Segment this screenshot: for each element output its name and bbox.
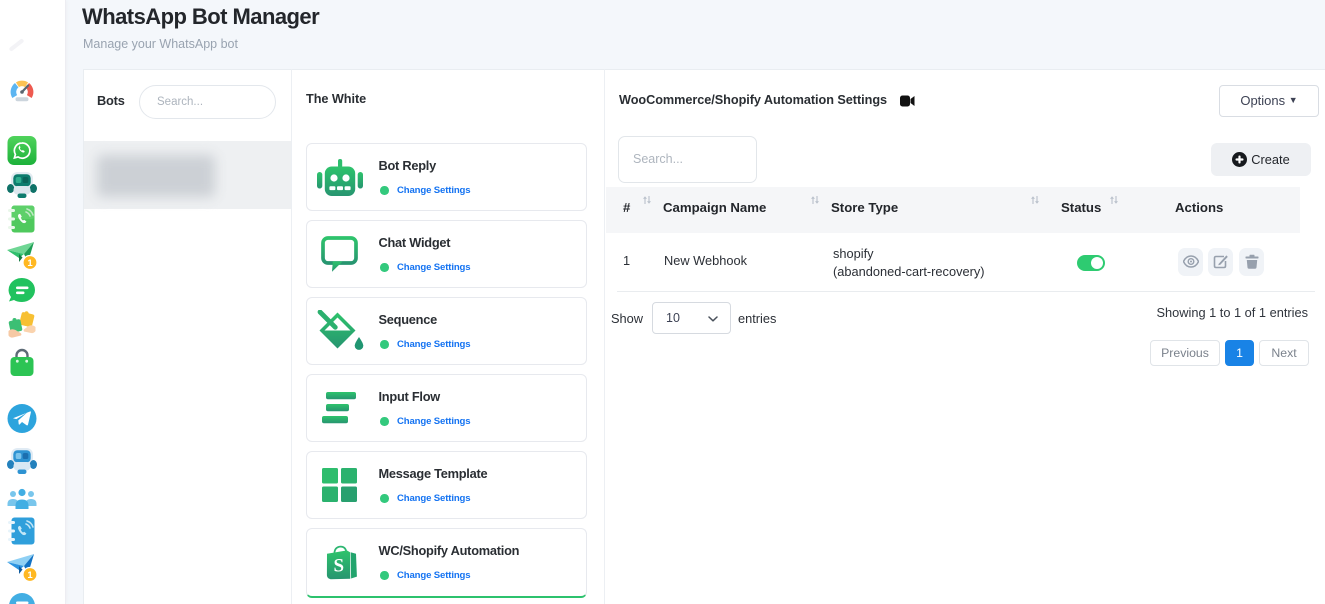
- svg-text:S: S: [334, 556, 345, 577]
- svg-text:1: 1: [27, 570, 33, 581]
- svg-text:1: 1: [27, 258, 33, 269]
